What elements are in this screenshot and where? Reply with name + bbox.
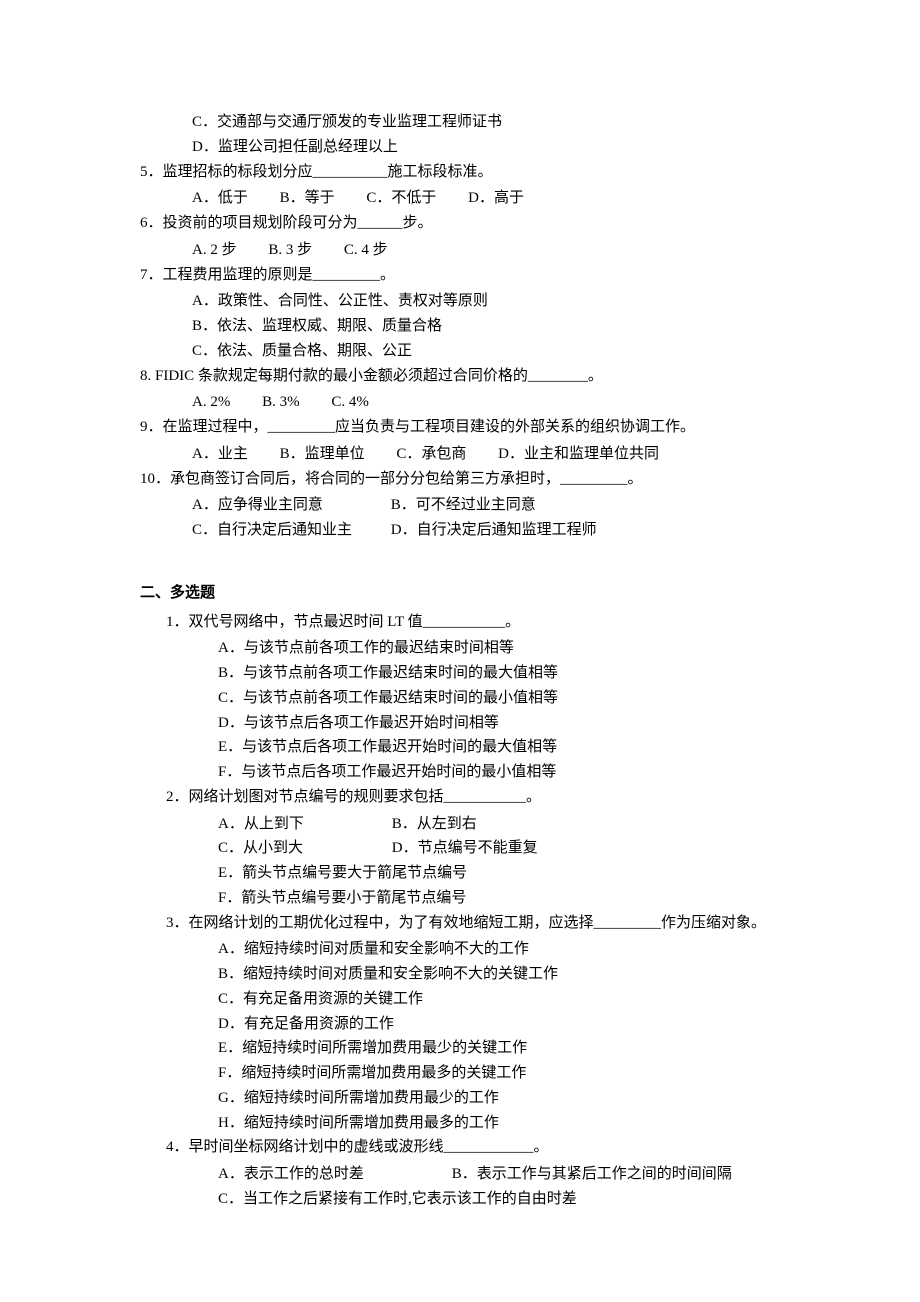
s2-q2-option-c: C．从小到大 (218, 836, 388, 861)
q10-option-d: D．自行决定后通知监理工程师 (391, 522, 597, 538)
s2-q1-option-a: A．与该节点前各项工作的最迟结束时间相等 (140, 636, 790, 661)
q8-option-b: B. 3% (262, 390, 300, 415)
q9-option-a: A．业主 (192, 442, 248, 467)
s2-q1-option-f: F．与该节点后各项工作最迟开始时间的最小值相等 (140, 760, 790, 785)
q5-option-d: D．高于 (468, 186, 524, 211)
s2-q2-options-row1: A．从上到下 B．从左到右 (140, 812, 790, 837)
q10-option-b: B．可不经过业主同意 (391, 497, 536, 513)
s2-q1-option-d: D．与该节点后各项工作最迟开始时间相等 (140, 711, 790, 736)
q6-stem: 6．投资前的项目规划阶段可分为______步。 (140, 211, 790, 236)
q7-option-a: A．政策性、合同性、公正性、责权对等原则 (140, 289, 790, 314)
section2-title: 二、多选题 (140, 581, 790, 606)
s2-q2-option-e: E．箭头节点编号要大于箭尾节点编号 (140, 861, 790, 886)
s2-q1-option-e: E．与该节点后各项工作最迟开始时间的最大值相等 (140, 735, 790, 760)
q8-stem: 8. FIDIC 条款规定每期付款的最小金额必须超过合同价格的________。 (140, 364, 790, 389)
q9-options: A．业主 B．监理单位 C．承包商 D．业主和监理单位共同 (140, 442, 790, 467)
q5-options: A．低于 B．等于 C．不低于 D．高于 (140, 186, 790, 211)
q5-option-a: A．低于 (192, 186, 248, 211)
s2-q2-option-a: A．从上到下 (218, 812, 388, 837)
s2-q3-option-e: E．缩短持续时间所需增加费用最少的关键工作 (140, 1036, 790, 1061)
s2-q4-option-c: C．当工作之后紧接有工作时,它表示该工作的自由时差 (140, 1187, 790, 1212)
s2-q2-option-d: D．节点编号不能重复 (392, 840, 538, 856)
s2-q2-option-f: F．箭头节点编号要小于箭尾节点编号 (140, 886, 790, 911)
q7-option-c: C．依法、质量合格、期限、公正 (140, 339, 790, 364)
q9-stem: 9．在监理过程中，_________应当负责与工程项目建设的外部关系的组织协调工… (140, 415, 790, 440)
q10-options-row2: C．自行决定后通知业主 D．自行决定后通知监理工程师 (140, 518, 790, 543)
s2-q2-option-b: B．从左到右 (392, 816, 477, 832)
q5-stem: 5．监理招标的标段划分应__________施工标段标准。 (140, 160, 790, 185)
q6-options: A. 2 步 B. 3 步 C. 4 步 (140, 238, 790, 263)
q8-options: A. 2% B. 3% C. 4% (140, 390, 790, 415)
q9-option-d: D．业主和监理单位共同 (498, 442, 659, 467)
q-cont-option-c: C．交通部与交通厅颁发的专业监理工程师证书 (140, 110, 790, 135)
q7-option-b: B．依法、监理权威、期限、质量合格 (140, 314, 790, 339)
q5-option-b: B．等于 (280, 186, 335, 211)
s2-q3-option-h: H．缩短持续时间所需增加费用最多的工作 (140, 1111, 790, 1136)
s2-q4-option-a: A．表示工作的总时差 (218, 1162, 448, 1187)
s2-q4-options-row1: A．表示工作的总时差 B．表示工作与其紧后工作之间的时间间隔 (140, 1162, 790, 1187)
q-cont-option-d: D．监理公司担任副总经理以上 (140, 135, 790, 160)
s2-q2-stem: 2．网络计划图对节点编号的规则要求包括___________。 (140, 785, 790, 810)
s2-q3-option-d: D．有充足备用资源的工作 (140, 1012, 790, 1037)
s2-q3-option-b: B．缩短持续时间对质量和安全影响不大的关键工作 (140, 962, 790, 987)
s2-q3-option-c: C．有充足备用资源的关键工作 (140, 987, 790, 1012)
q10-stem: 10．承包商签订合同后，将合同的一部分分包给第三方承担时，_________。 (140, 467, 790, 492)
s2-q3-option-a: A．缩短持续时间对质量和安全影响不大的工作 (140, 937, 790, 962)
document-page: C．交通部与交通厅颁发的专业监理工程师证书 D．监理公司担任副总经理以上 5．监… (0, 0, 920, 1302)
s2-q2-options-row2: C．从小到大 D．节点编号不能重复 (140, 836, 790, 861)
q10-option-a: A．应争得业主同意 (192, 493, 387, 518)
q9-option-c: C．承包商 (396, 442, 466, 467)
s2-q1-stem: 1．双代号网络中，节点最迟时间 LT 值___________。 (140, 610, 790, 635)
q10-option-c: C．自行决定后通知业主 (192, 518, 387, 543)
q6-option-a: A. 2 步 (192, 238, 237, 263)
q7-stem: 7．工程费用监理的原则是_________。 (140, 263, 790, 288)
q9-option-b: B．监理单位 (280, 442, 365, 467)
q6-option-c: C. 4 步 (344, 238, 388, 263)
q8-option-c: C. 4% (331, 390, 369, 415)
s2-q1-option-b: B．与该节点前各项工作最迟结束时间的最大值相等 (140, 661, 790, 686)
q6-option-b: B. 3 步 (268, 238, 312, 263)
s2-q1-option-c: C．与该节点前各项工作最迟结束时间的最小值相等 (140, 686, 790, 711)
s2-q3-option-f: F．缩短持续时间所需增加费用最多的关键工作 (140, 1061, 790, 1086)
s2-q3-stem: 3．在网络计划的工期优化过程中，为了有效地缩短工期，应选择_________作为… (140, 911, 790, 936)
q10-options-row1: A．应争得业主同意 B．可不经过业主同意 (140, 493, 790, 518)
q8-option-a: A. 2% (192, 390, 230, 415)
s2-q3-option-g: G．缩短持续时间所需增加费用最少的工作 (140, 1086, 790, 1111)
s2-q4-option-b: B．表示工作与其紧后工作之间的时间间隔 (452, 1166, 732, 1182)
q5-option-c: C．不低于 (366, 186, 436, 211)
s2-q4-stem: 4．早时间坐标网络计划中的虚线或波形线____________。 (140, 1135, 790, 1160)
